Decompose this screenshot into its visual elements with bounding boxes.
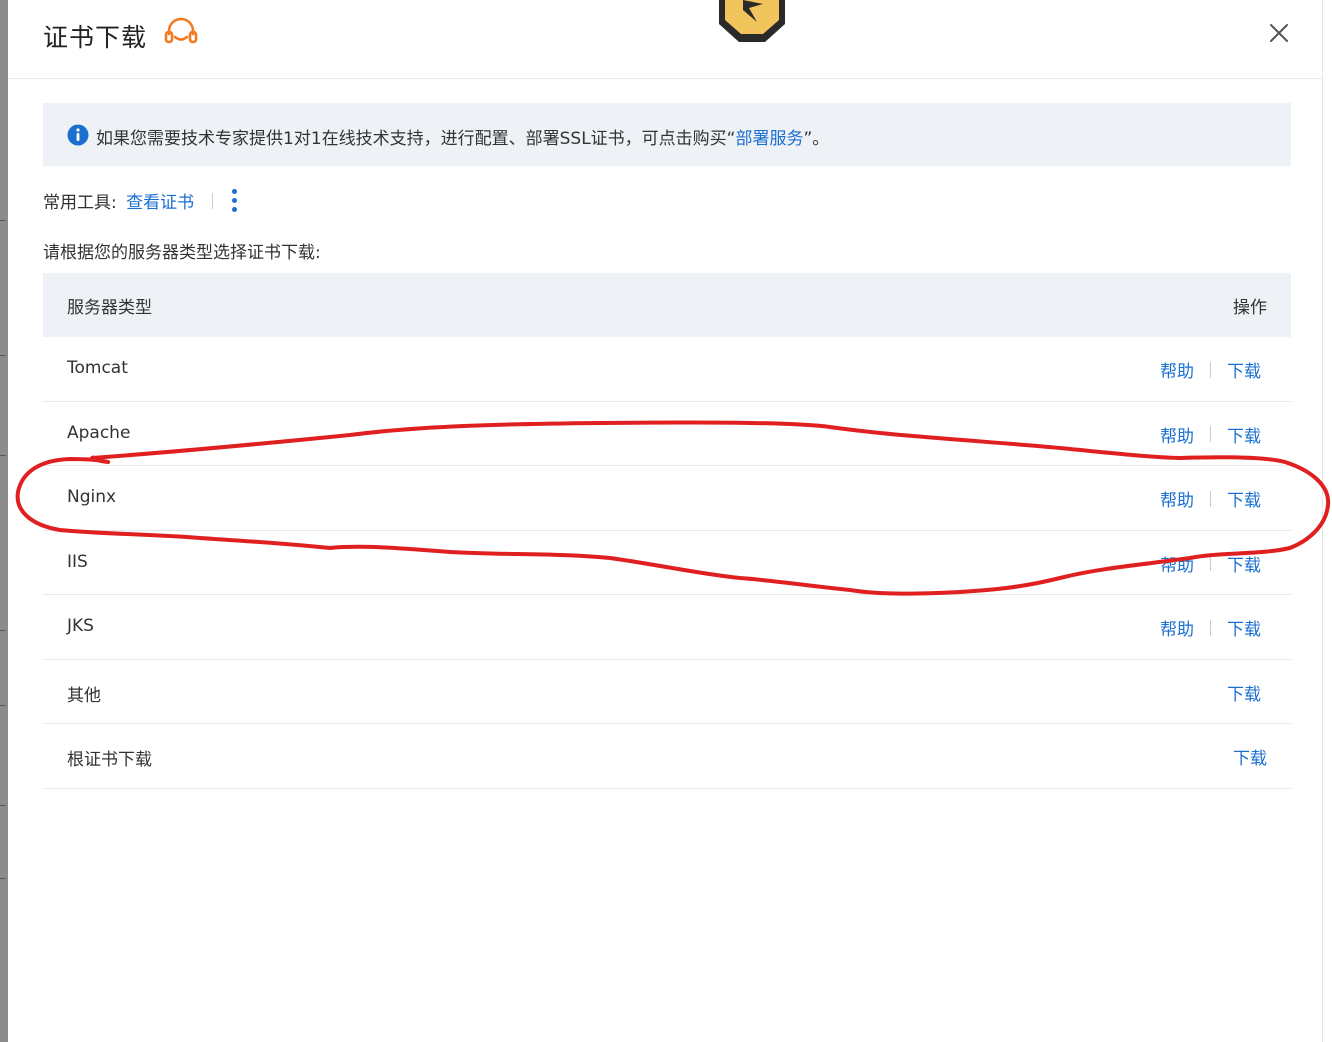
server-type-name: Nginx xyxy=(67,487,117,507)
instruction-text: 请根据您的服务器类型选择证书下载: xyxy=(43,243,321,263)
background-page-edge xyxy=(0,0,8,1042)
table-row: IIS 帮助 下载 xyxy=(43,531,1291,595)
row-actions: 帮助 下载 xyxy=(1160,422,1261,447)
deploy-service-link[interactable]: 部署服务 xyxy=(736,129,804,149)
server-type-table: 服务器类型 操作 Tomcat 帮助 下载 Apache 帮助 下载 Nginx 帮… xyxy=(43,273,1291,789)
dialog-title: 证书下载 xyxy=(43,23,148,52)
table-row: Nginx 帮助 下载 xyxy=(43,466,1291,531)
column-header-server-type: 服务器类型 xyxy=(67,298,152,318)
row-actions: 下载 xyxy=(1233,744,1267,769)
more-vertical-icon[interactable] xyxy=(230,187,240,215)
info-icon xyxy=(67,124,89,146)
certificate-download-dialog: 证书下载 如果您需要技术专家提供1对1在线技术支持，进行配置、部署SSL证书，可… xyxy=(8,0,1322,1042)
row-actions: 下载 xyxy=(1227,680,1261,705)
row-actions: 帮助 下载 xyxy=(1160,615,1261,640)
row-actions: 帮助 下载 xyxy=(1160,486,1261,511)
close-icon[interactable] xyxy=(1266,20,1292,46)
help-link[interactable]: 帮助 xyxy=(1160,556,1194,576)
table-row: 其他 下载 xyxy=(43,660,1291,724)
view-cert-link[interactable]: 查看证书 xyxy=(126,188,194,213)
action-divider xyxy=(1210,555,1211,571)
action-divider xyxy=(1210,426,1211,442)
row-actions: 帮助 下载 xyxy=(1160,357,1261,382)
column-header-operation: 操作 xyxy=(1233,298,1267,318)
common-tools-label: 常用工具: xyxy=(43,193,117,213)
action-divider xyxy=(1210,619,1211,636)
download-link[interactable]: 下载 xyxy=(1227,685,1261,705)
notice-text-before: 如果您需要技术专家提供1对1在线技术支持，进行配置、部署SSL证书，可点击购买“ xyxy=(96,129,736,149)
server-type-name: 根证书下载 xyxy=(67,750,152,770)
table-header: 服务器类型 操作 xyxy=(43,273,1291,337)
download-link[interactable]: 下载 xyxy=(1227,620,1261,640)
brand-logo xyxy=(719,0,785,42)
download-link[interactable]: 下载 xyxy=(1233,749,1267,769)
table-row: 根证书下载 下载 xyxy=(43,724,1291,789)
server-type-name: Tomcat xyxy=(67,358,128,378)
server-type-name: Apache xyxy=(67,422,131,443)
info-notice: 如果您需要技术专家提供1对1在线技术支持，进行配置、部署SSL证书，可点击购买“… xyxy=(43,103,1291,166)
table-row: JKS 帮助 下载 xyxy=(43,595,1291,660)
download-link[interactable]: 下载 xyxy=(1227,362,1261,382)
download-link[interactable]: 下载 xyxy=(1227,556,1261,576)
table-row: Tomcat 帮助 下载 xyxy=(43,337,1291,402)
server-type-name: JKS xyxy=(67,616,94,636)
common-tools: 常用工具: 查看证书 xyxy=(43,188,213,214)
action-divider xyxy=(1210,490,1211,507)
server-type-name: IIS xyxy=(67,551,88,572)
download-link[interactable]: 下载 xyxy=(1227,427,1261,447)
table-row: Apache 帮助 下载 xyxy=(43,402,1291,466)
help-link[interactable]: 帮助 xyxy=(1160,620,1194,640)
server-type-name: 其他 xyxy=(67,685,101,706)
help-link[interactable]: 帮助 xyxy=(1160,362,1194,382)
download-link[interactable]: 下载 xyxy=(1227,491,1261,511)
background-page-edge-right xyxy=(1322,0,1332,1042)
notice-text-after: ”。 xyxy=(803,129,830,149)
help-link[interactable]: 帮助 xyxy=(1160,427,1194,447)
help-link[interactable]: 帮助 xyxy=(1160,491,1194,511)
notice-text: 如果您需要技术专家提供1对1在线技术支持，进行配置、部署SSL证书，可点击购买“… xyxy=(96,124,829,149)
tools-divider xyxy=(211,192,213,209)
dialog-header: 证书下载 xyxy=(8,0,1322,79)
action-divider xyxy=(1210,361,1211,378)
headset-icon[interactable] xyxy=(163,17,199,49)
row-actions: 帮助 下载 xyxy=(1160,551,1261,576)
